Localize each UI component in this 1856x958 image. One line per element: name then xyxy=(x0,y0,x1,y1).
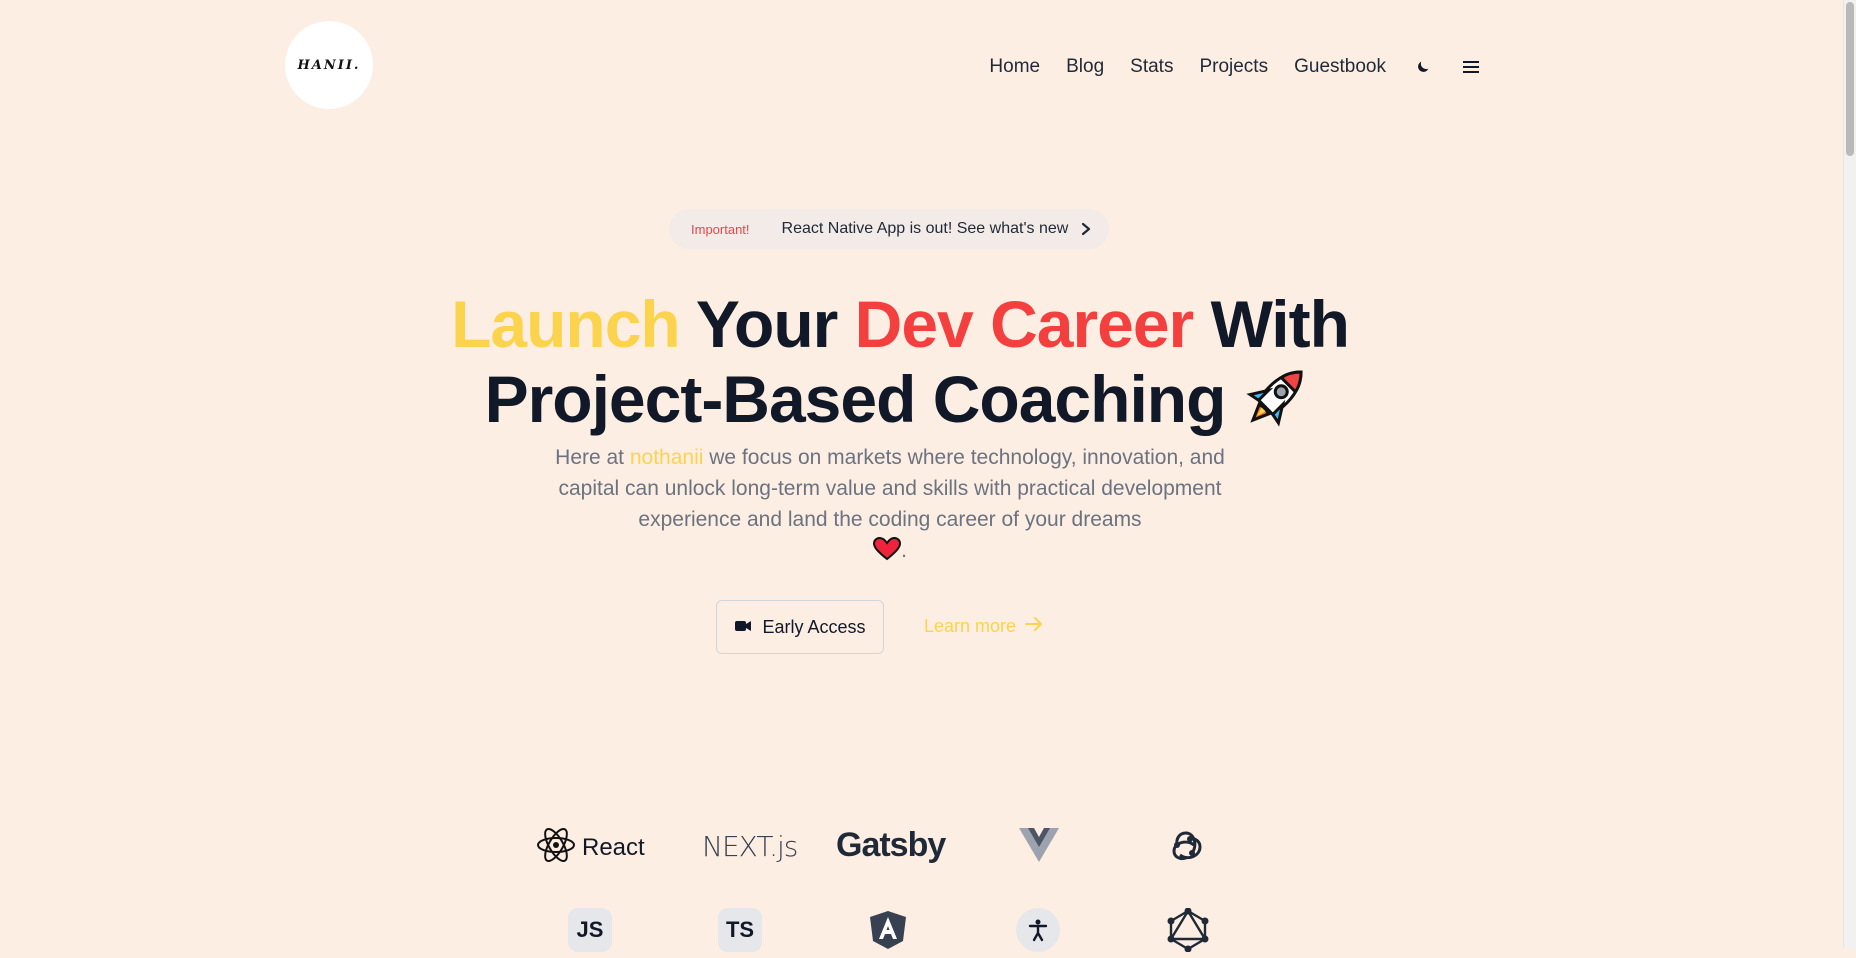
scrollbar-thumb[interactable] xyxy=(1846,2,1854,156)
angular-icon xyxy=(868,910,908,950)
gatsby-logo-text: Gatsby xyxy=(836,826,946,864)
learn-more-link[interactable]: Learn more xyxy=(924,616,1044,637)
react-logo: React xyxy=(536,826,645,869)
chevron-right-icon xyxy=(1080,222,1092,236)
rocket-icon xyxy=(1239,358,1315,445)
typescript-icon: TS xyxy=(718,908,762,952)
react-logo-text: React xyxy=(582,833,645,861)
nav-link-guestbook[interactable]: Guestbook xyxy=(1294,56,1386,78)
graphql-icon xyxy=(1166,908,1210,952)
hero-title: Launch Your Dev Career With Project-Base… xyxy=(0,290,1800,445)
nextjs-logo-text: NEXT.js xyxy=(702,830,798,863)
tech-logos-row-1: React NEXT.js Gatsby xyxy=(530,820,1230,870)
learn-more-label: Learn more xyxy=(924,616,1017,636)
subtitle-pre: Here at xyxy=(555,446,630,469)
announcement-banner[interactable]: Important! React Native App is out! See … xyxy=(669,209,1109,249)
page-scrollbar[interactable] xyxy=(1843,0,1856,948)
vue-icon xyxy=(1018,826,1060,864)
react-icon xyxy=(536,826,576,869)
announcement-message: React Native App is out! See what's new xyxy=(781,220,1069,237)
accessibility-icon xyxy=(1016,908,1060,952)
nextjs-logo: NEXT.js xyxy=(702,830,798,863)
hero-title-with: With xyxy=(1193,287,1350,361)
main-nav: Home Blog Stats Projects Guestbook xyxy=(989,56,1482,78)
site-header: HANII. Home Blog Stats Projects Guestboo… xyxy=(0,0,1844,140)
gatsby-logo: Gatsby xyxy=(836,826,946,865)
announcement-tag: Important! xyxy=(691,221,750,237)
nav-link-home[interactable]: Home xyxy=(989,56,1040,78)
moon-icon[interactable] xyxy=(1412,56,1434,78)
hamburger-menu-icon[interactable] xyxy=(1460,56,1482,78)
javascript-badge: JS xyxy=(568,908,612,952)
hero-title-line2: Project-Based Coaching xyxy=(484,362,1227,436)
subtitle-end: . xyxy=(901,539,907,562)
video-camera-icon xyxy=(734,617,752,638)
heart-icon xyxy=(873,536,902,570)
logo-text: HANII. xyxy=(297,57,361,73)
brand-link[interactable]: nothanii xyxy=(630,446,704,469)
nav-link-blog[interactable]: Blog xyxy=(1066,56,1104,78)
early-access-button[interactable]: Early Access xyxy=(716,600,884,654)
nav-link-stats[interactable]: Stats xyxy=(1130,56,1173,78)
hero-subtitle: Here at nothanii we focus on markets whe… xyxy=(550,442,1230,570)
javascript-icon: JS xyxy=(568,908,612,952)
hero-title-launch: Launch xyxy=(451,287,681,361)
hero-title-dev-career: Dev Career xyxy=(854,287,1195,361)
site-logo[interactable]: HANII. xyxy=(285,21,373,109)
early-access-label: Early Access xyxy=(762,616,866,637)
redux-icon xyxy=(1166,825,1206,865)
arrow-right-icon xyxy=(1024,616,1044,637)
typescript-badge: TS xyxy=(718,908,762,952)
hero-title-your: Your xyxy=(679,287,855,361)
nav-link-projects[interactable]: Projects xyxy=(1199,56,1268,78)
tech-logos-row-2: JS TS xyxy=(530,908,1230,958)
